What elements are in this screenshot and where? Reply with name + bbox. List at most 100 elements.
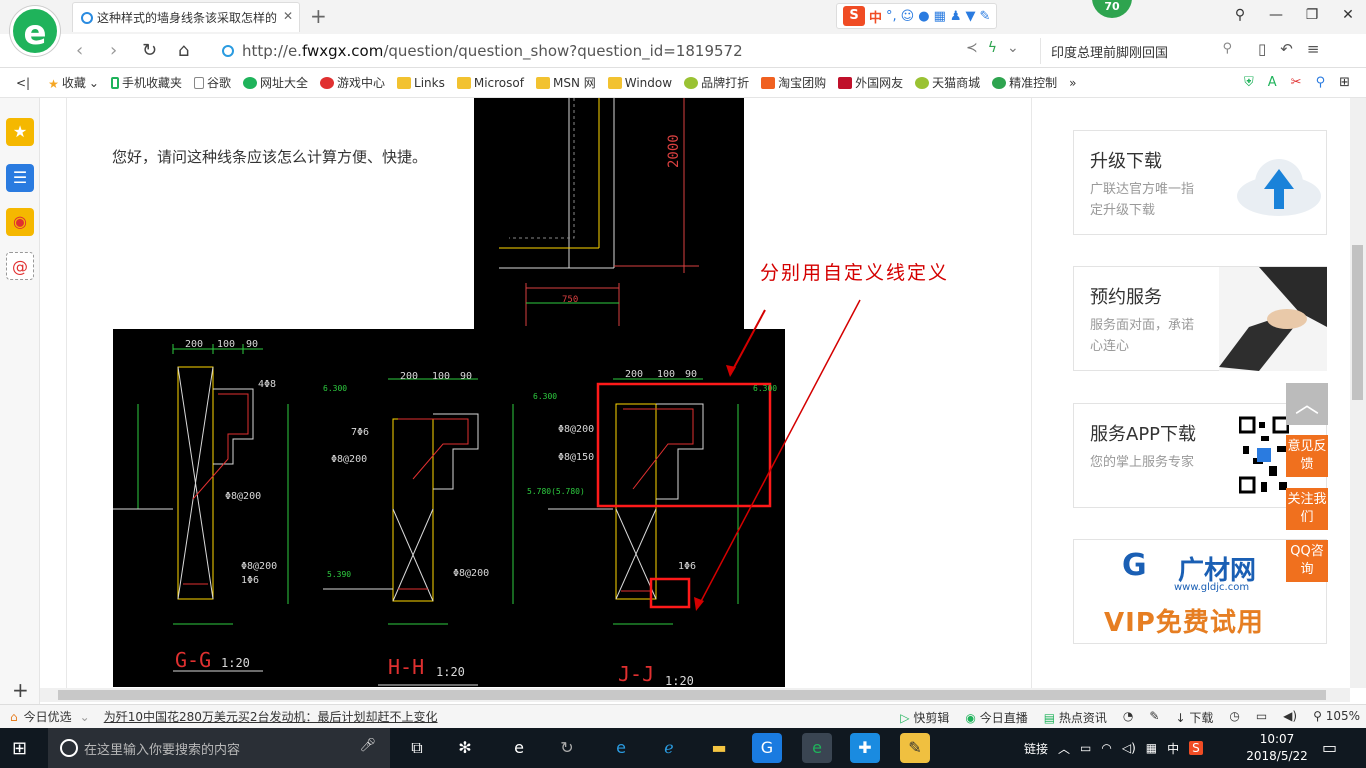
tab-close-icon[interactable]: ✕ [283, 9, 293, 23]
back-to-top-button[interactable]: ︿ [1286, 383, 1328, 425]
ie-e-icon[interactable]: e [504, 733, 534, 763]
undo-icon[interactable]: ↶ [1280, 40, 1293, 58]
live-item[interactable]: ◉ 今日直播 [965, 709, 1027, 726]
bookmark-item[interactable]: 精准控制 [992, 74, 1057, 91]
browser-logo-icon[interactable]: e [10, 6, 60, 56]
explorer-icon[interactable]: ▬ [704, 733, 734, 763]
bookmark-item[interactable]: ★ 收藏 ⌄ [48, 74, 99, 91]
skin-icon[interactable]: ▼ [966, 9, 976, 24]
tools-icon[interactable]: ✎ [980, 9, 991, 24]
bookmark-item[interactable]: 游戏中心 [320, 74, 385, 91]
zoom-icon[interactable]: ⚲ [1316, 75, 1326, 90]
edge-icon[interactable]: e [606, 733, 636, 763]
bookmark-item[interactable]: 品牌打折 [684, 74, 749, 91]
battery-icon[interactable]: ▭ [1080, 741, 1091, 755]
user-icon[interactable]: ♟ [950, 9, 962, 24]
bookmark-item[interactable]: 淘宝团购 [761, 74, 826, 91]
ime-lang[interactable]: 中 [869, 7, 882, 26]
url-field[interactable]: http://e. fwxgx.com/question/question_sho… [222, 38, 1032, 64]
favorites-icon[interactable]: ★ [6, 118, 34, 146]
maximize-icon[interactable]: ❐ [1294, 0, 1330, 30]
speed-icon[interactable]: ◔ [1123, 709, 1133, 726]
close-window-icon[interactable]: ✕ [1330, 0, 1366, 30]
bookmark-item[interactable]: 天猫商城 [915, 74, 980, 91]
weibo-icon[interactable]: ◉ [6, 208, 34, 236]
zoom-level[interactable]: ⚲ 105% [1313, 709, 1360, 726]
chevron-down-icon[interactable]: ⌄ [80, 710, 90, 724]
lightning-icon[interactable]: ϟ [988, 40, 997, 56]
scissors-icon[interactable]: ✂ [1291, 75, 1302, 90]
shield-icon[interactable]: ⛨ [1244, 75, 1254, 90]
pinwheel-icon[interactable]: ✻ [450, 733, 480, 763]
keyboard-icon[interactable]: ▦ [934, 9, 946, 24]
email-icon[interactable]: @ [6, 252, 34, 280]
loop-icon[interactable]: ↻ [552, 733, 582, 763]
home-icon[interactable]: ⌂ [178, 40, 189, 61]
clock-icon[interactable]: ◷ [1229, 709, 1239, 726]
back-icon[interactable]: ‹ [76, 40, 83, 61]
vertical-scroll-thumb[interactable] [1352, 245, 1363, 400]
follow-button[interactable]: 关注我们 [1286, 488, 1328, 530]
ime-toolbar[interactable]: S 中 °, ☺ ● ▦ ♟ ▼ ✎ [836, 3, 998, 29]
minimize-icon[interactable]: — [1258, 0, 1294, 30]
task-view-icon[interactable]: ⧉ [402, 733, 432, 763]
phone-icon[interactable]: ▯ [1258, 40, 1266, 58]
bookmark-item[interactable]: Links [397, 76, 445, 90]
glodon-g-icon[interactable]: G [752, 733, 782, 763]
emoji-icon[interactable]: ☺ [901, 9, 915, 24]
clip-item[interactable]: ▷ 快剪辑 [900, 709, 949, 726]
refresh-icon[interactable]: ↻ [142, 40, 157, 61]
reader-icon[interactable]: ☰ [6, 164, 34, 192]
more-bookmarks-icon[interactable]: » [1069, 76, 1076, 90]
bookmark-item[interactable]: 手机收藏夹 [110, 74, 182, 91]
shirt-icon[interactable]: ⚲ [1222, 0, 1258, 30]
new-tab-icon[interactable]: + [310, 4, 327, 28]
plus-app-icon[interactable]: ✚ [850, 733, 880, 763]
window-icon[interactable]: ▭ [1256, 709, 1267, 726]
ie-icon[interactable]: ℯ [654, 733, 684, 763]
chevron-down-icon[interactable]: ⌄ [1007, 40, 1019, 56]
horizontal-scroll-thumb[interactable] [58, 690, 1326, 700]
translate-icon[interactable]: A [1268, 75, 1277, 90]
tray-link-label[interactable]: 链接 [1024, 740, 1048, 757]
qq-consult-button[interactable]: QQ咨询 [1286, 540, 1328, 582]
bookmark-item[interactable]: 谷歌 [193, 74, 231, 91]
start-icon[interactable]: ⊞ [12, 738, 27, 759]
forward-icon[interactable]: › [110, 40, 117, 61]
today-pick[interactable]: 今日优选 [24, 708, 72, 725]
tray-ime[interactable]: 中 [1167, 740, 1179, 757]
feedback-button[interactable]: 意见反馈 [1286, 435, 1328, 477]
news-item[interactable]: ▤ 热点资讯 [1044, 709, 1107, 726]
punct-icon[interactable]: °, [886, 9, 897, 24]
bookmark-item[interactable]: 网址大全 [242, 74, 308, 91]
sogou-tray-icon[interactable]: S [1189, 741, 1203, 755]
wifi-icon[interactable]: ◠ [1101, 741, 1111, 755]
clock[interactable]: 10:07 2018/5/22 [1244, 731, 1310, 765]
grid-icon[interactable]: ⊞ [1339, 75, 1350, 90]
share-icon[interactable]: ≺ [966, 40, 978, 56]
download-item[interactable]: ↓ 下载 [1175, 709, 1213, 726]
bookmark-item[interactable]: 外国网友 [838, 74, 903, 91]
mic-icon[interactable]: 🎤︎ [359, 738, 376, 753]
notes-icon[interactable]: ✎ [900, 733, 930, 763]
menu-icon[interactable]: ≡ [1307, 40, 1320, 58]
collapse-icon[interactable]: <| [16, 76, 30, 90]
tab-active[interactable]: 这种样式的墙身线条该采取怎样的 ✕ [72, 2, 300, 32]
add-sidebar-icon[interactable]: + [12, 678, 29, 702]
pin-icon[interactable]: ✎ [1149, 709, 1159, 726]
search-icon[interactable]: ⚲ [1222, 41, 1232, 56]
audio-icon[interactable]: ◀) [1283, 709, 1297, 726]
card-appointment[interactable]: 预约服务 服务面对面，承诺心连心 [1073, 266, 1327, 371]
keyboard-icon[interactable]: ▦ [1146, 741, 1157, 755]
bookmark-item[interactable]: Microsof [456, 76, 524, 90]
bookmark-item[interactable]: MSN 网 [535, 74, 596, 91]
bookmark-item[interactable]: Window [607, 76, 672, 90]
taskbar-search[interactable]: 在这里输入你要搜索的内容 🎤︎ [48, 728, 390, 768]
card-upgrade[interactable]: 升级下载 广联达官方唯一指定升级下载 [1073, 130, 1327, 235]
notification-icon[interactable]: ▭ [1322, 738, 1337, 757]
mic-icon[interactable]: ● [918, 9, 929, 24]
search-input[interactable]: 印度总理前脚刚回国 ⚲ [1040, 38, 1240, 64]
tray-up-icon[interactable]: ︿ [1058, 740, 1070, 757]
browser-taskbar-icon[interactable]: e [802, 733, 832, 763]
volume-icon[interactable]: ◁) [1122, 741, 1136, 755]
